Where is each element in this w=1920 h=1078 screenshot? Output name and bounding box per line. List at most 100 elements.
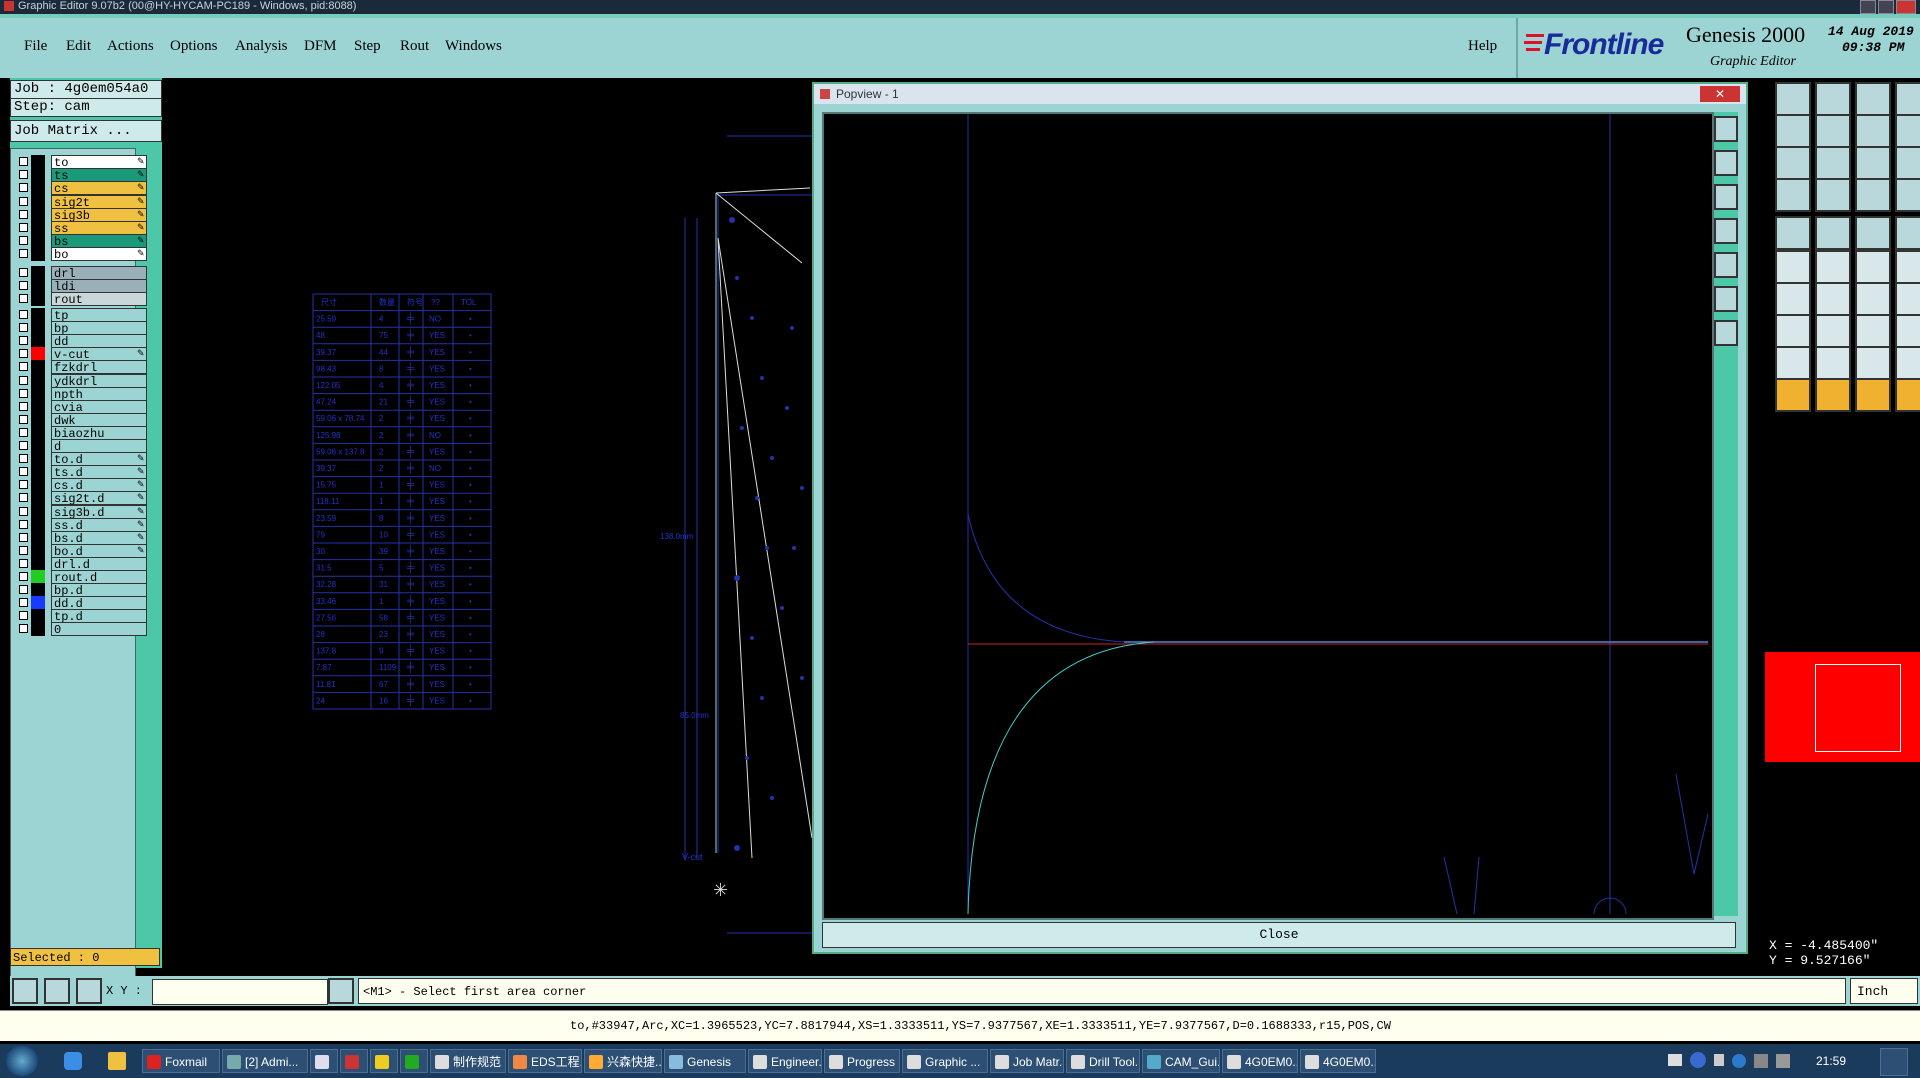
measure-icon[interactable]	[44, 978, 70, 1004]
popview-down-icon[interactable]	[1714, 184, 1738, 210]
xy-input[interactable]	[152, 979, 328, 1005]
import-icon[interactable]	[1775, 114, 1811, 148]
overview-map[interactable]	[1765, 652, 1920, 762]
layer-name[interactable]: tp	[51, 308, 147, 323]
taskbar-item[interactable]: Graphic ...	[902, 1049, 988, 1073]
layer-row[interactable]: ts.d ✎	[15, 465, 155, 480]
pad-icon[interactable]	[1775, 216, 1811, 250]
layer-row[interactable]: cvia	[15, 399, 155, 415]
layer-row[interactable]: sig3b ✎	[15, 207, 155, 223]
layer-checkbox[interactable]	[19, 480, 28, 490]
layer-name[interactable]: cs.d	[51, 478, 147, 493]
layer-checkbox[interactable]	[19, 268, 28, 277]
layer-checkbox[interactable]	[19, 336, 28, 346]
layer-row[interactable]: ldi	[15, 279, 155, 294]
mirror-icon[interactable]	[1895, 282, 1920, 316]
layer-row[interactable]: ss.d ✎	[15, 517, 155, 533]
menu-step[interactable]: Step	[354, 38, 381, 55]
taskbar-item[interactable]: 4G0EM0...	[1300, 1049, 1376, 1073]
layer-checkbox[interactable]	[19, 532, 28, 542]
menu-actions[interactable]: Actions	[107, 38, 154, 55]
ime-icon[interactable]	[1776, 1054, 1790, 1068]
layer-checkbox[interactable]	[19, 281, 28, 291]
triangle-icon[interactable]	[1815, 346, 1851, 380]
overview-viewport[interactable]	[1815, 664, 1901, 752]
layer-checkbox[interactable]	[19, 519, 28, 529]
layer-name[interactable]: sig2t.d	[51, 491, 147, 506]
layer-name[interactable]: sig3b	[51, 207, 147, 223]
taskbar-item[interactable]: [2] Admi...	[222, 1049, 308, 1073]
layer-name[interactable]: tp.d	[51, 609, 147, 624]
copy-icon[interactable]	[1895, 114, 1920, 148]
layer-checkbox[interactable]	[19, 467, 28, 477]
popview-reset-icon[interactable]	[1714, 320, 1738, 346]
layer-checkbox[interactable]	[19, 375, 28, 385]
layer-name[interactable]: to	[51, 155, 147, 170]
layer-row[interactable]: bs ✎	[15, 234, 155, 249]
layer-name[interactable]: bo	[51, 247, 147, 262]
group-icon[interactable]	[1895, 314, 1920, 348]
layer-row[interactable]: fzkdrl	[15, 360, 155, 375]
layer-name[interactable]: ydkdrl	[51, 373, 147, 389]
triangle3-icon[interactable]	[1895, 346, 1920, 380]
layer-name[interactable]: bp.d	[51, 583, 147, 598]
layer-row[interactable]: cs.d ✎	[15, 478, 155, 493]
layer-checkbox[interactable]	[19, 572, 28, 581]
layer-name[interactable]: drl	[51, 266, 147, 281]
layer-name[interactable]: drl.d	[51, 556, 147, 572]
dash-icon[interactable]	[1815, 314, 1851, 348]
layer-row[interactable]: drl.d	[15, 556, 155, 572]
layer-row[interactable]: tp.d	[15, 609, 155, 624]
taskbar-item[interactable]	[340, 1049, 368, 1073]
layer-name[interactable]: fzkdrl	[51, 360, 147, 375]
taskbar-item[interactable]: EDS工程...	[508, 1049, 582, 1073]
arc-icon[interactable]	[1855, 282, 1891, 316]
layer-checkbox[interactable]	[19, 598, 28, 608]
grid-icon[interactable]	[76, 978, 102, 1004]
volume-icon[interactable]	[1754, 1054, 1768, 1068]
taskbar-item[interactable]: Foxmail	[142, 1049, 220, 1073]
layer-name[interactable]: ss	[51, 221, 147, 236]
menu-rout[interactable]: Rout	[400, 38, 429, 55]
popview-close-icon[interactable]: ✕	[1700, 86, 1740, 102]
show-desktop-button[interactable]	[1880, 1048, 1908, 1076]
layer-checkbox[interactable]	[19, 454, 28, 464]
layer-checkbox[interactable]	[19, 493, 28, 503]
job-matrix-button[interactable]: Job Matrix ...	[10, 120, 162, 142]
layer-name[interactable]: biaozhu	[51, 425, 147, 441]
save-icon[interactable]	[1815, 82, 1851, 116]
layer-checkbox[interactable]	[19, 294, 28, 304]
layer-name[interactable]: sig3b.d	[51, 504, 147, 520]
panel-icon[interactable]	[1895, 82, 1920, 116]
layer-checkbox[interactable]	[19, 585, 28, 595]
layer-checkbox[interactable]	[19, 323, 28, 333]
node-icon[interactable]	[1775, 250, 1811, 284]
layer-name[interactable]: dwk	[51, 412, 147, 428]
layer-row[interactable]: bp.d	[15, 583, 155, 598]
angle-icon[interactable]	[1775, 282, 1811, 316]
layer-row[interactable]: sig2t.d ✎	[15, 491, 155, 506]
close-window-button[interactable]	[1896, 0, 1916, 14]
help-tray-icon[interactable]	[1690, 1052, 1706, 1068]
layer-checkbox[interactable]	[19, 362, 28, 372]
taskbar-item[interactable]: Genesis	[664, 1049, 746, 1073]
slash-icon[interactable]	[1815, 282, 1851, 316]
layer-row[interactable]: dd.d	[15, 596, 155, 611]
taskbar-item[interactable]	[370, 1049, 398, 1073]
popview-left-icon[interactable]	[1714, 218, 1738, 244]
menu-analysis[interactable]: Analysis	[235, 38, 288, 55]
popview-canvas[interactable]	[822, 112, 1714, 920]
tray-icon-3[interactable]	[1714, 1054, 1724, 1066]
taskbar-item[interactable]	[310, 1049, 338, 1073]
layer-name[interactable]: bs.d	[51, 530, 147, 546]
layer-name[interactable]: dd	[51, 334, 147, 349]
help-icon[interactable]	[1895, 146, 1920, 180]
layer-row[interactable]: v-cut ✎	[15, 347, 155, 362]
layer-row[interactable]: dwk	[15, 412, 155, 428]
menu-help[interactable]: Help	[1468, 38, 1497, 55]
layer-checkbox[interactable]	[19, 157, 28, 166]
layer-row[interactable]: sig2t ✎	[15, 194, 155, 210]
step-icon[interactable]	[1855, 114, 1891, 148]
popview-fit-icon[interactable]	[1714, 286, 1738, 312]
layer-row[interactable]: sig3b.d ✎	[15, 504, 155, 520]
